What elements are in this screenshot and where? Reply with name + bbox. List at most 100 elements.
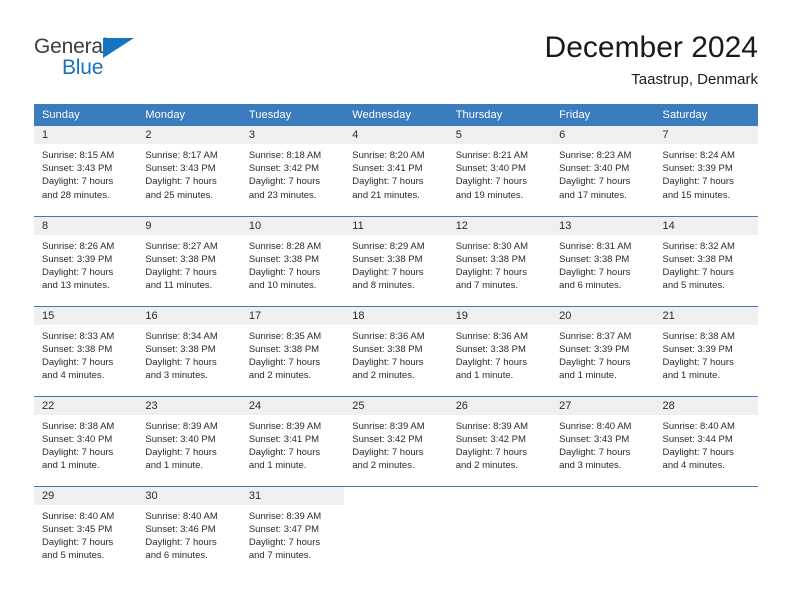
daylight-text-line2: and 4 minutes. xyxy=(42,370,105,382)
calendar-day-cell[interactable]: 17 Sunrise: 8:35 AM Sunset: 3:38 PM Dayligh… xyxy=(240,305,345,396)
daylight-text-line1: Daylight: 7 hours xyxy=(455,446,527,458)
calendar-day-cell[interactable]: 4 Sunrise: 8:20 AM Sunset: 3:41 PM Daylight… xyxy=(344,126,448,216)
calendar-week-row: 8 Sunrise: 8:26 AM Sunset: 3:39 PM Daylight… xyxy=(34,215,758,306)
daylight-text-line1: Daylight: 7 hours xyxy=(559,356,631,368)
calendar-week-row: 29 Sunrise: 8:40 AM Sunset: 3:45 PM Dayligh… xyxy=(34,485,758,576)
day-number: 30 xyxy=(137,486,241,505)
weekday-header-monday: Monday xyxy=(137,104,241,126)
sunrise-text: Sunrise: 8:24 AM xyxy=(662,150,735,161)
sunrise-text: Sunrise: 8:39 AM xyxy=(248,420,322,432)
day-number: 3 xyxy=(240,126,345,144)
daylight-text-line1: Daylight: 7 hours xyxy=(145,536,217,548)
day-number: 11 xyxy=(344,216,448,235)
day-number: 23 xyxy=(137,396,241,415)
calendar-page: General Blue December 2024 Taastrup, Den… xyxy=(0,0,792,612)
daylight-text-line2: and 2 minutes. xyxy=(455,460,519,472)
calendar-day-cell[interactable]: 26 Sunrise: 8:39 AM Sunset: 3:42 PM Dayligh… xyxy=(447,395,552,486)
calendar-day-cell[interactable]: 13 Sunrise: 8:31 AM Sunset: 3:38 PM Dayligh… xyxy=(551,215,655,306)
calendar-day-cell[interactable]: 23 Sunrise: 8:39 AM Sunset: 3:40 PM Dayligh… xyxy=(137,395,241,486)
weekday-header-tuesday: Tuesday xyxy=(240,104,345,126)
day-number: 19 xyxy=(447,306,552,325)
day-number: 9 xyxy=(137,216,241,235)
calendar-day-cell[interactable]: 10 Sunrise: 8:28 AM Sunset: 3:38 PM Dayligh… xyxy=(240,215,345,306)
calendar-day-cell[interactable]: 28 Sunrise: 8:40 AM Sunset: 3:44 PM Dayligh… xyxy=(654,395,758,486)
calendar-day-cell[interactable]: 24 Sunrise: 8:39 AM Sunset: 3:41 PM Dayligh… xyxy=(240,395,345,486)
calendar-day-cell[interactable]: 16 Sunrise: 8:34 AM Sunset: 3:38 PM Dayligh… xyxy=(137,305,241,396)
day-details: Sunrise: 8:26 AM Sunset: 3:39 PM Daylight:… xyxy=(34,235,137,293)
calendar-day-cell[interactable]: 1 Sunrise: 8:15 AM Sunset: 3:43 PM Daylight… xyxy=(34,126,138,216)
daylight-text-line1: Daylight: 7 hours xyxy=(455,176,527,188)
calendar-day-cell[interactable]: 19 Sunrise: 8:36 AM Sunset: 3:38 PM Dayligh… xyxy=(447,305,552,396)
daylight-text-line1: Daylight: 7 hours xyxy=(352,356,424,368)
day-details: Sunrise: 8:36 AM Sunset: 3:38 PM Daylight:… xyxy=(344,325,447,383)
daylight-text-line1: Daylight: 7 hours xyxy=(455,356,527,368)
calendar-day-cell[interactable]: 2 Sunrise: 8:17 AM Sunset: 3:43 PM Daylight… xyxy=(137,126,241,216)
day-number xyxy=(344,487,447,505)
daylight-text-line2: and 6 minutes. xyxy=(559,280,622,292)
sunset-text: Sunset: 3:38 PM xyxy=(42,343,113,355)
sunrise-text: Sunrise: 8:36 AM xyxy=(352,330,425,342)
calendar-day-cell[interactable]: 20 Sunrise: 8:37 AM Sunset: 3:39 PM Dayligh… xyxy=(551,305,655,396)
day-details: Sunrise: 8:38 AM Sunset: 3:39 PM Daylight:… xyxy=(655,325,758,383)
day-details: Sunrise: 8:34 AM Sunset: 3:38 PM Daylight:… xyxy=(137,325,240,383)
calendar-week-row: 22 Sunrise: 8:38 AM Sunset: 3:40 PM Dayligh… xyxy=(34,395,758,486)
day-details: Sunrise: 8:21 AM Sunset: 3:40 PM Daylight:… xyxy=(448,144,551,202)
day-number: 27 xyxy=(551,396,655,415)
calendar-day-cell[interactable]: 12 Sunrise: 8:30 AM Sunset: 3:38 PM Dayligh… xyxy=(447,215,552,306)
calendar-day-cell[interactable]: 3 Sunrise: 8:18 AM Sunset: 3:42 PM Daylight… xyxy=(240,126,345,216)
weekday-header-friday: Friday xyxy=(551,104,655,126)
calendar-day-cell[interactable]: 11 Sunrise: 8:29 AM Sunset: 3:38 PM Dayligh… xyxy=(344,215,448,306)
daylight-text-line1: Daylight: 7 hours xyxy=(662,176,734,188)
calendar-day-cell[interactable]: 5 Sunrise: 8:21 AM Sunset: 3:40 PM Daylight… xyxy=(447,126,552,216)
day-details: Sunrise: 8:18 AM Sunset: 3:42 PM Daylight:… xyxy=(241,144,344,202)
day-number: 28 xyxy=(654,396,758,415)
day-number: 5 xyxy=(447,126,552,144)
sunset-text: Sunset: 3:38 PM xyxy=(145,343,216,355)
calendar-day-cell[interactable]: 25 Sunrise: 8:39 AM Sunset: 3:42 PM Dayligh… xyxy=(344,395,448,486)
calendar-day-cell[interactable]: 14 Sunrise: 8:32 AM Sunset: 3:38 PM Dayligh… xyxy=(654,215,758,306)
day-number: 4 xyxy=(344,126,448,144)
daylight-text-line2: and 5 minutes. xyxy=(662,280,725,292)
daylight-text-line2: and 1 minute. xyxy=(662,370,721,382)
calendar-day-cell[interactable]: 29 Sunrise: 8:40 AM Sunset: 3:45 PM Dayligh… xyxy=(34,485,138,576)
calendar-day-cell[interactable]: 6 Sunrise: 8:23 AM Sunset: 3:40 PM Daylight… xyxy=(551,126,655,216)
sunset-text: Sunset: 3:38 PM xyxy=(455,253,526,265)
day-number: 6 xyxy=(551,126,655,144)
day-number: 16 xyxy=(137,306,241,325)
sunset-text: Sunset: 3:38 PM xyxy=(248,343,320,355)
calendar-table: Sunday Monday Tuesday Wednesday Thursday… xyxy=(34,104,758,576)
daylight-text-line1: Daylight: 7 hours xyxy=(248,176,321,188)
daylight-text-line1: Daylight: 7 hours xyxy=(662,446,734,458)
day-number xyxy=(655,487,758,505)
sunrise-text: Sunrise: 8:21 AM xyxy=(455,150,529,161)
sunrise-text: Sunrise: 8:40 AM xyxy=(145,510,218,522)
sunset-text: Sunset: 3:38 PM xyxy=(559,253,630,265)
calendar-day-cell[interactable]: 30 Sunrise: 8:40 AM Sunset: 3:46 PM Dayligh… xyxy=(137,485,241,576)
daylight-text-line2: and 1 minute. xyxy=(455,370,514,382)
sunrise-text: Sunrise: 8:37 AM xyxy=(559,330,632,342)
calendar-day-cell[interactable]: 21 Sunrise: 8:38 AM Sunset: 3:39 PM Dayligh… xyxy=(654,305,758,396)
day-number: 12 xyxy=(447,216,552,235)
day-details: Sunrise: 8:24 AM Sunset: 3:39 PM Daylight:… xyxy=(655,144,758,202)
day-details: Sunrise: 8:33 AM Sunset: 3:38 PM Daylight:… xyxy=(34,325,137,383)
calendar-day-cell-empty xyxy=(654,485,758,576)
calendar-day-cell[interactable]: 18 Sunrise: 8:36 AM Sunset: 3:38 PM Dayligh… xyxy=(344,305,448,396)
calendar-day-cell[interactable]: 22 Sunrise: 8:38 AM Sunset: 3:40 PM Dayligh… xyxy=(34,395,138,486)
brand-logo[interactable]: General Blue xyxy=(34,30,169,78)
calendar-day-cell[interactable]: 7 Sunrise: 8:24 AM Sunset: 3:39 PM Daylight… xyxy=(654,126,758,216)
daylight-text-line2: and 2 minutes. xyxy=(352,460,415,472)
daylight-text-line2: and 17 minutes. xyxy=(559,189,627,201)
calendar-day-cell[interactable]: 31 Sunrise: 8:39 AM Sunset: 3:47 PM Dayligh… xyxy=(240,485,345,576)
sunset-text: Sunset: 3:42 PM xyxy=(248,163,320,175)
calendar-day-cell[interactable]: 9 Sunrise: 8:27 AM Sunset: 3:38 PM Daylight… xyxy=(137,215,241,306)
sunrise-text: Sunrise: 8:33 AM xyxy=(42,330,115,342)
calendar-day-cell[interactable]: 27 Sunrise: 8:40 AM Sunset: 3:43 PM Dayligh… xyxy=(551,395,655,486)
sunrise-text: Sunrise: 8:36 AM xyxy=(455,330,529,342)
daylight-text-line2: and 5 minutes. xyxy=(42,550,105,562)
daylight-text-line2: and 2 minutes. xyxy=(248,370,312,382)
day-number: 24 xyxy=(240,396,345,415)
calendar-day-cell[interactable]: 15 Sunrise: 8:33 AM Sunset: 3:38 PM Dayligh… xyxy=(34,305,138,396)
sunset-text: Sunset: 3:41 PM xyxy=(248,433,320,445)
calendar-day-cell[interactable]: 8 Sunrise: 8:26 AM Sunset: 3:39 PM Daylight… xyxy=(34,215,138,306)
page-title: December 2024 xyxy=(544,31,758,64)
